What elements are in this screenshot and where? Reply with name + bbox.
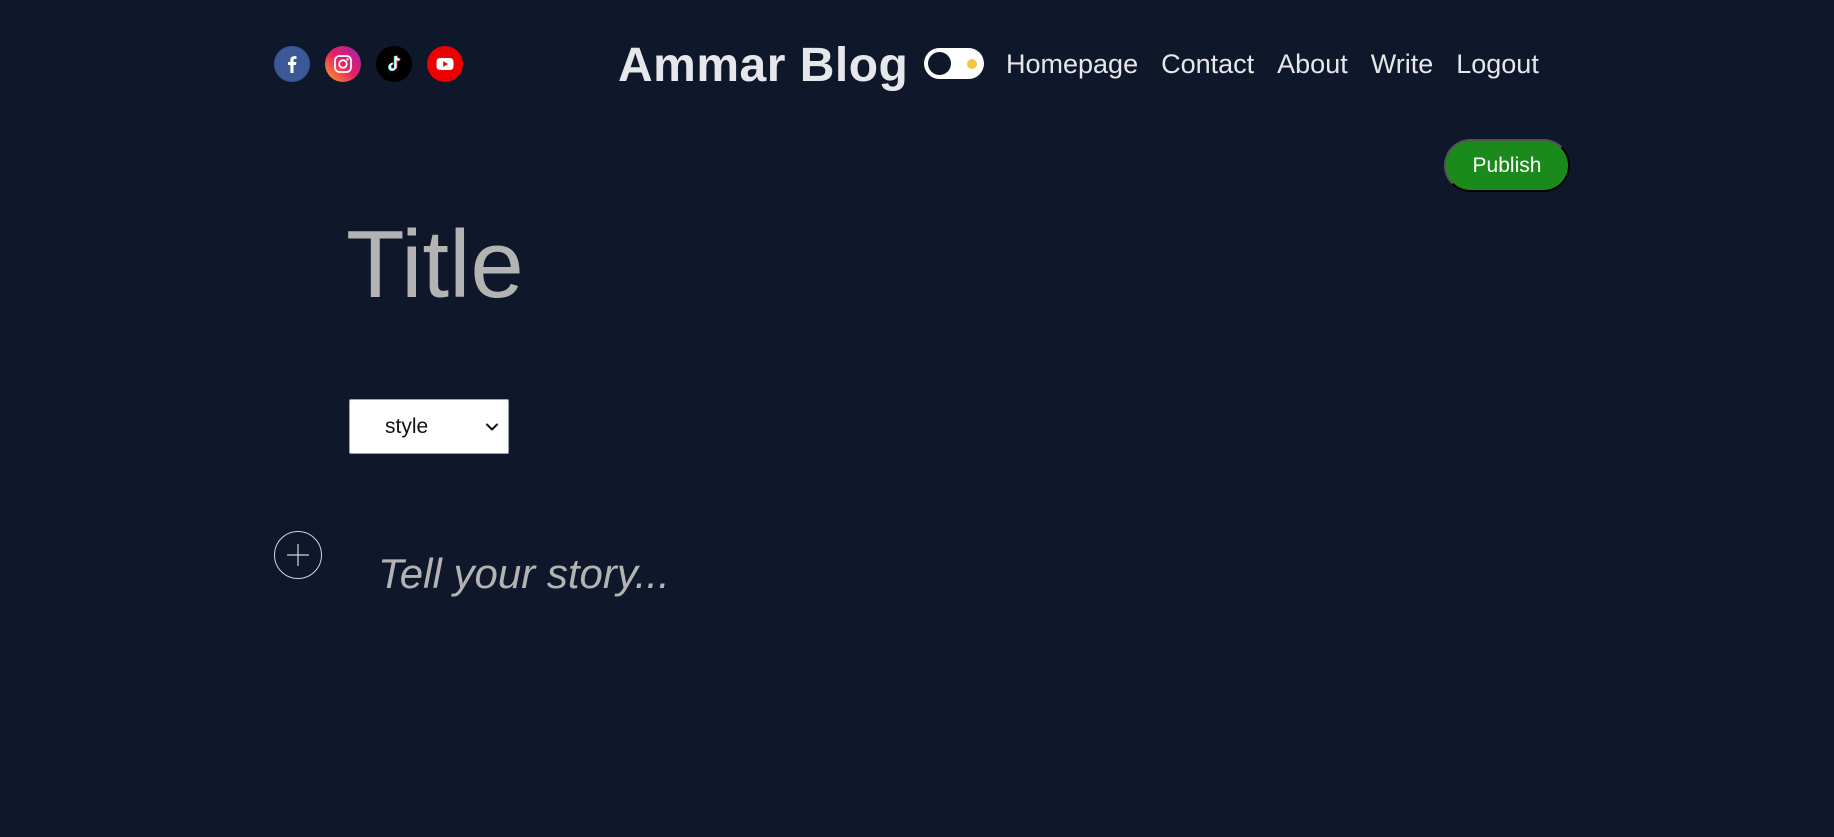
navbar: Ammar Blog Homepage Contact About Write … — [0, 0, 1834, 130]
site-logo[interactable]: Ammar Blog — [618, 36, 908, 96]
nav-logout[interactable]: Logout — [1456, 47, 1539, 81]
instagram-icon[interactable] — [325, 46, 361, 82]
add-media-button[interactable] — [274, 531, 322, 579]
style-select-value: style — [385, 415, 429, 438]
facebook-icon[interactable] — [274, 46, 310, 82]
nav-homepage[interactable]: Homepage — [1006, 47, 1138, 81]
nav-contact[interactable]: Contact — [1161, 47, 1254, 81]
publish-button[interactable]: Publish — [1444, 139, 1570, 192]
plus-icon — [287, 544, 309, 566]
story-textarea[interactable] — [378, 550, 1568, 750]
sun-icon — [967, 59, 977, 69]
nav-about[interactable]: About — [1277, 47, 1348, 81]
social-links — [274, 46, 463, 82]
main-nav: Homepage Contact About Write Logout — [1006, 47, 1539, 81]
chevron-down-icon — [486, 423, 498, 431]
nav-write[interactable]: Write — [1371, 47, 1434, 81]
style-select[interactable]: style — [349, 399, 509, 454]
tiktok-icon[interactable] — [376, 46, 412, 82]
title-input[interactable] — [346, 210, 1346, 320]
theme-toggle[interactable] — [924, 48, 984, 79]
youtube-icon[interactable] — [427, 46, 463, 82]
toggle-knob — [928, 52, 951, 75]
